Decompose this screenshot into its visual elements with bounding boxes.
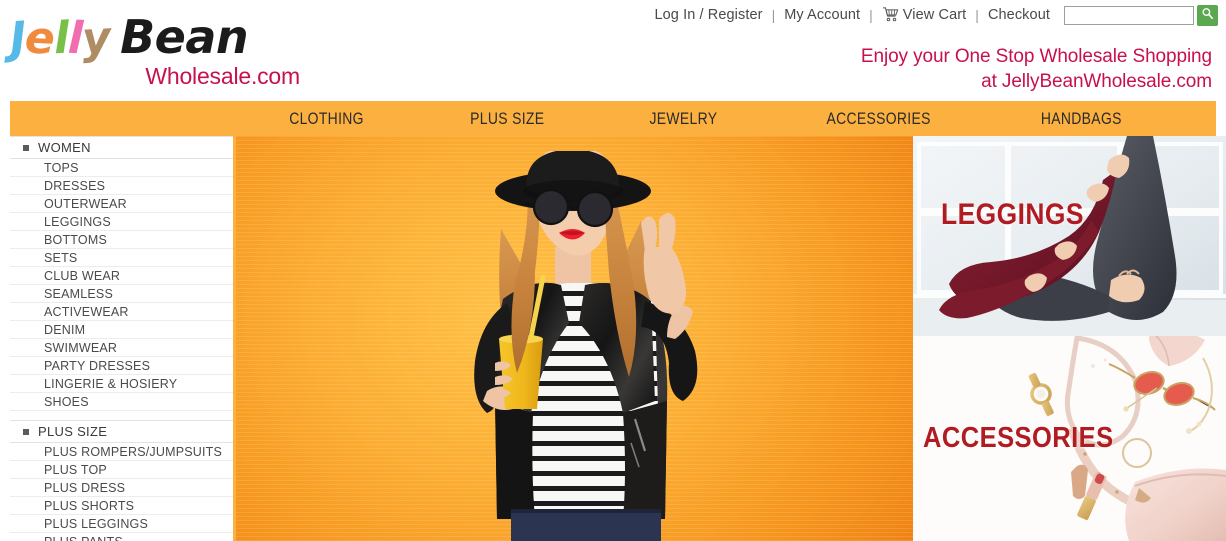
sidebar-item-lingerie-hosiery[interactable]: LINGERIE & HOSIERY [10,375,233,393]
login-register-link[interactable]: Log In / Register [654,7,762,23]
logo-wordmark: Jelly Bean [8,10,310,65]
sidebar-divider [10,411,233,421]
main-navigation: CLOTHING PLUS SIZE JEWELRY ACCESSORIES H… [10,101,1216,136]
sidebar-item-denim[interactable]: DENIM [10,321,233,339]
sidebar-item-plus-shorts[interactable]: PLUS SHORTS [10,497,233,515]
sidebar-item-plus-dress[interactable]: PLUS DRESS [10,479,233,497]
sidebar-item-leggings[interactable]: LEGGINGS [10,213,233,231]
body-row: WOMEN TOPS DRESSES OUTERWEAR LEGGINGS BO… [0,136,1226,541]
search-button[interactable] [1197,4,1218,26]
hero-banner[interactable] [236,136,913,541]
promo-leggings-label: LEGGINGS [941,198,1084,231]
sidebar-item-bottoms[interactable]: BOTTOMS [10,231,233,249]
nav-item-accessories[interactable]: ACCESSORIES [827,109,931,129]
sidebar-group-header-plus-size[interactable]: PLUS SIZE [10,421,233,443]
nav-item-handbags[interactable]: HANDBAGS [1041,109,1122,129]
sidebar-item-outerwear[interactable]: OUTERWEAR [10,195,233,213]
view-cart-link[interactable]: View Cart [882,6,967,23]
bullet-square-icon [23,428,29,435]
view-cart-label: View Cart [902,7,967,23]
search-input[interactable] [1064,5,1194,25]
hero-model-image [473,151,697,541]
sidebar-item-sets[interactable]: SETS [10,249,233,267]
sidebar-item-plus-rompers-jumpsuits[interactable]: PLUS ROMPERS/JUMPSUITS [10,443,233,461]
separator: | [869,7,873,23]
nav-item-plus-size[interactable]: PLUS SIZE [470,109,544,129]
sidebar-item-plus-pants[interactable]: PLUS PANTS [10,533,233,541]
sidebar-item-shoes[interactable]: SHOES [10,393,233,411]
sidebar-item-plus-top[interactable]: PLUS TOP [10,461,233,479]
page-root: Log In / Register | My Account | View Ca… [0,0,1226,541]
my-account-link[interactable]: My Account [784,7,860,23]
tagline-line-1: Enjoy your One Stop Wholesale Shopping [860,46,1212,67]
nav-item-jewelry[interactable]: JEWELRY [650,109,718,129]
sidebar-item-club-wear[interactable]: CLUB WEAR [10,267,233,285]
logo-subtitle: Wholesale.com [145,63,300,89]
leggings-promo-image [913,136,1226,336]
sidebar-item-seamless[interactable]: SEAMLESS [10,285,233,303]
checkout-link[interactable]: Checkout [988,7,1050,23]
category-sidebar: WOMEN TOPS DRESSES OUTERWEAR LEGGINGS BO… [10,136,236,541]
logo-word-bean: Bean [120,10,249,64]
separator: | [975,7,979,23]
nav-items: CLOTHING PLUS SIZE JEWELRY ACCESSORIES H… [236,109,1216,129]
separator: | [771,7,776,23]
promo-leggings[interactable]: LEGGINGS [913,136,1226,336]
sidebar-group-label: PLUS SIZE [38,424,108,439]
sidebar-item-swimwear[interactable]: SWIMWEAR [10,339,233,357]
promo-accessories[interactable]: ACCESSORIES [913,336,1226,541]
sidebar-item-activewear[interactable]: ACTIVEWEAR [10,303,233,321]
bullet-square-icon [23,144,29,151]
sidebar-item-dresses[interactable]: DRESSES [10,177,233,195]
tagline-line-2: at JellyBeanWholesale.com [981,71,1212,93]
search-icon [1201,7,1214,23]
promo-column: LEGGINGS ACCESSORIES [913,136,1226,541]
sidebar-item-tops[interactable]: TOPS [10,159,233,177]
logo-letter-y: y [81,12,112,65]
sidebar-group-header-women[interactable]: WOMEN [10,136,233,159]
logo-letter-e: e [24,12,56,65]
sidebar-item-plus-leggings[interactable]: PLUS LEGGINGS [10,515,233,533]
promo-accessories-label: ACCESSORIES [923,422,1114,454]
tagline: Enjoy your One Stop Wholesale Shopping a… [861,44,1212,94]
sidebar-item-party-dresses[interactable]: PARTY DRESSES [10,357,233,375]
site-logo[interactable]: Jelly Bean Wholesale.com [8,10,310,94]
nav-item-clothing[interactable]: CLOTHING [289,109,364,129]
shopping-cart-icon [882,6,899,22]
sidebar-group-label: WOMEN [38,140,91,155]
